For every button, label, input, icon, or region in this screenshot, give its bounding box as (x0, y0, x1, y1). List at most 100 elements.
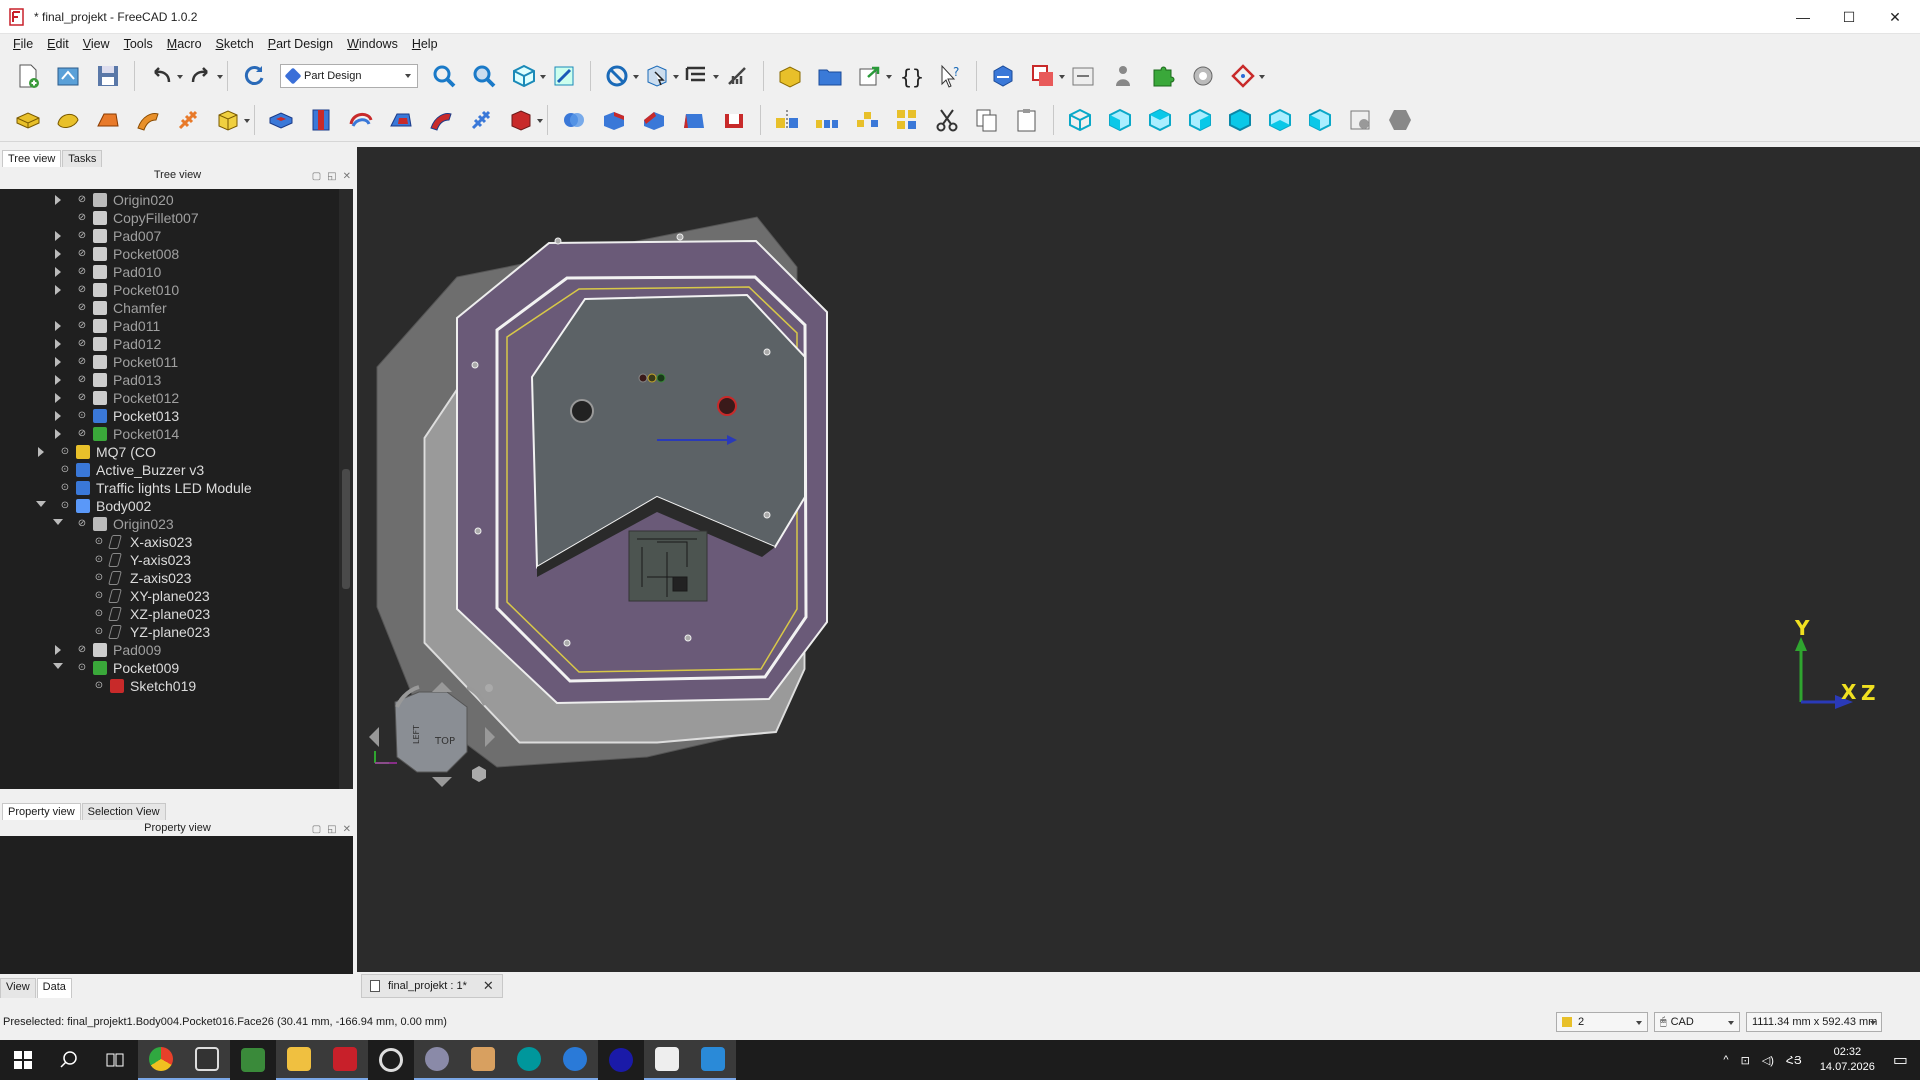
whats-this-icon[interactable]: ? (934, 60, 966, 92)
app5-icon[interactable] (598, 1040, 644, 1080)
app4-icon[interactable] (552, 1040, 598, 1080)
hidden-eye-icon[interactable]: ⊘ (75, 339, 89, 349)
hidden-eye-icon[interactable]: ⊘ (75, 645, 89, 655)
clone-icon[interactable] (1067, 60, 1099, 92)
visibility-eye-icon[interactable]: ⊙ (58, 447, 72, 457)
pad-icon[interactable] (12, 104, 44, 136)
gear-face-icon[interactable] (1187, 60, 1219, 92)
tree-item-copyfillet007[interactable]: ⊘ CopyFillet007 (0, 209, 340, 227)
menu-part-design[interactable]: Part Design (261, 34, 340, 54)
visibility-eye-icon[interactable]: ⊙ (92, 591, 106, 601)
expand-arrow-down-icon[interactable] (53, 663, 63, 669)
tree-item-z-axis023[interactable]: ⊙ Z-axis023 (0, 569, 340, 587)
standard-views-icon[interactable] (508, 60, 546, 92)
additive-pipe-icon[interactable] (132, 104, 164, 136)
fit-selection-icon[interactable] (468, 60, 500, 92)
notifications-icon[interactable]: ▭ (1893, 1050, 1908, 1070)
tree-item-pad009[interactable]: ⊘ Pad009 (0, 641, 340, 659)
view-isometric-icon[interactable] (1064, 104, 1096, 136)
tab-tasks[interactable]: Tasks (62, 150, 103, 167)
hidden-eye-icon[interactable]: ⊘ (75, 321, 89, 331)
revolution-icon[interactable] (52, 104, 84, 136)
visibility-eye-icon[interactable]: ⊙ (92, 555, 106, 565)
led-green[interactable] (656, 373, 666, 383)
close-tab-icon[interactable]: ✕ (483, 978, 494, 994)
document-tab[interactable]: final_projekt : 1* ✕ (361, 974, 503, 998)
multi-transform-icon[interactable] (891, 104, 923, 136)
visibility-eye-icon[interactable]: ⊙ (58, 483, 72, 493)
hidden-eye-icon[interactable]: ⊘ (75, 303, 89, 313)
cut-icon[interactable] (931, 104, 963, 136)
tree-item-pad012[interactable]: ⊘ Pad012 (0, 335, 340, 353)
expand-arrow-right-icon[interactable] (55, 393, 61, 403)
hidden-eye-icon[interactable]: ⊘ (75, 519, 89, 529)
tree-item-pocket014[interactable]: ⊘ Pocket014 (0, 425, 340, 443)
visibility-eye-icon[interactable]: ⊙ (75, 411, 89, 421)
task-view-icon[interactable] (92, 1040, 138, 1080)
polar-pattern-icon[interactable] (851, 104, 883, 136)
tree-item-traffic-lights-led-module[interactable]: ⊙ Traffic lights LED Module (0, 479, 340, 497)
3d-viewport[interactable]: TOP LEFT Y X Z (357, 147, 1920, 972)
hidden-eye-icon[interactable]: ⊘ (75, 357, 89, 367)
restore-panel-icon[interactable]: ◱ (327, 169, 336, 185)
hidden-eye-icon[interactable]: ⊘ (75, 375, 89, 385)
redo-button[interactable] (185, 60, 223, 92)
tree-item-mq7-co[interactable]: ⊙ MQ7 (CO (0, 443, 340, 461)
pocket-icon[interactable] (265, 104, 297, 136)
fillet-icon[interactable] (598, 104, 630, 136)
visibility-eye-icon[interactable]: ⊙ (92, 681, 106, 691)
tree-item-pocket009[interactable]: ⊙ Pocket009 (0, 659, 340, 677)
paste-icon[interactable] (1011, 104, 1043, 136)
view-front-icon[interactable] (1104, 104, 1136, 136)
view-rear-icon[interactable] (1224, 104, 1256, 136)
network-icon[interactable]: ⊡ (1741, 1054, 1750, 1067)
clock[interactable]: 02:32 14.07.2026 (1820, 1045, 1875, 1075)
tree-item-pad010[interactable]: ⊘ Pad010 (0, 263, 340, 281)
sketch-tools-icon[interactable] (1227, 60, 1265, 92)
float-panel-icon[interactable]: ▢ (312, 169, 321, 185)
close-button[interactable]: ✕ (1872, 0, 1918, 34)
windows-start-icon[interactable] (0, 1040, 46, 1080)
expand-arrow-down-icon[interactable] (53, 519, 63, 525)
create-link-icon[interactable] (854, 60, 892, 92)
navigation-style-selector[interactable]: 🖱 CAD (1654, 1012, 1740, 1032)
menu-macro[interactable]: Macro (160, 34, 209, 54)
tree-item-sketch019[interactable]: ⊙ Sketch019 (0, 677, 340, 695)
freecad-icon[interactable] (322, 1040, 368, 1080)
subtractive-pipe-icon[interactable] (425, 104, 457, 136)
create-part-icon[interactable] (774, 60, 806, 92)
tree-item-pocket013[interactable]: ⊙ Pocket013 (0, 407, 340, 425)
tree-item-pad007[interactable]: ⊘ Pad007 (0, 227, 340, 245)
mirrored-icon[interactable] (771, 104, 803, 136)
hole-icon[interactable] (305, 104, 337, 136)
hidden-eye-icon[interactable]: ⊘ (75, 231, 89, 241)
menu-edit[interactable]: Edit (40, 34, 76, 54)
visibility-eye-icon[interactable]: ⊙ (58, 465, 72, 475)
vscode-icon[interactable] (690, 1040, 736, 1080)
menu-file[interactable]: File (6, 34, 40, 54)
menu-tools[interactable]: Tools (117, 34, 160, 54)
file-explorer-icon[interactable] (276, 1040, 322, 1080)
expand-arrow-right-icon[interactable] (55, 231, 61, 241)
new-document-button[interactable] (12, 60, 44, 92)
visibility-eye-icon[interactable]: ⊙ (75, 663, 89, 673)
tree-item-yz-plane023[interactable]: ⊙ YZ-plane023 (0, 623, 340, 641)
save-document-button[interactable] (92, 60, 124, 92)
3d-scene[interactable]: TOP LEFT Y X Z (357, 147, 1920, 972)
expand-arrow-down-icon[interactable] (36, 501, 46, 507)
hidden-eye-icon[interactable]: ⊘ (75, 267, 89, 277)
hidden-eye-icon[interactable]: ⊘ (75, 429, 89, 439)
tree-item-xy-plane023[interactable]: ⊙ XY-plane023 (0, 587, 340, 605)
minimize-button[interactable]: — (1780, 0, 1826, 34)
tree-item-origin020[interactable]: ⊘ Origin020 (0, 191, 340, 209)
chamfer-icon[interactable] (638, 104, 670, 136)
tree-item-body002[interactable]: ⊙ Body002 (0, 497, 340, 515)
addon-puzzle-icon[interactable] (1147, 60, 1179, 92)
hidden-eye-icon[interactable]: ⊘ (75, 195, 89, 205)
tab-data[interactable]: Data (36, 978, 72, 998)
menu-windows[interactable]: Windows (340, 34, 405, 54)
tree-scrollbar-thumb[interactable] (342, 469, 350, 589)
refresh-icon[interactable] (238, 60, 270, 92)
led-red[interactable] (638, 373, 648, 383)
tree-item-xz-plane023[interactable]: ⊙ XZ-plane023 (0, 605, 340, 623)
